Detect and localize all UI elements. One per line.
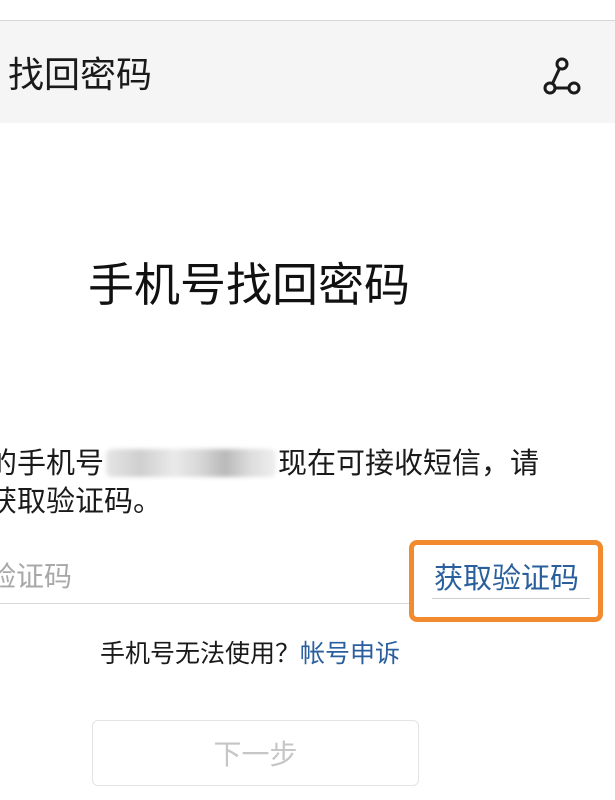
status-bar-area (0, 0, 615, 21)
verification-code-input[interactable] (0, 552, 408, 600)
account-appeal-link[interactable]: 帐号申诉 (300, 639, 400, 668)
get-code-button[interactable]: 获取验证码 (434, 558, 579, 598)
description-line-2: 获取验证码。 (0, 484, 163, 518)
main-title: 手机号找回密码 (88, 258, 410, 312)
appeal-text: 手机号无法使用？ (100, 639, 301, 668)
get-code-underline (432, 598, 590, 599)
description-line-1: 的手机号 现在可接收短信，请 (0, 444, 539, 482)
header-bar: 找回密码 (0, 21, 615, 123)
share-icon[interactable] (540, 54, 584, 98)
next-button[interactable]: 下一步 (92, 720, 419, 786)
description-suffix: 现在可接收短信，请 (278, 446, 540, 480)
page-title: 找回密码 (8, 55, 153, 96)
appeal-row: 手机号无法使用？帐号申诉 (100, 636, 400, 672)
description-prefix: 的手机号 (0, 446, 105, 480)
input-underline (0, 603, 410, 604)
masked-phone-number (106, 449, 277, 477)
